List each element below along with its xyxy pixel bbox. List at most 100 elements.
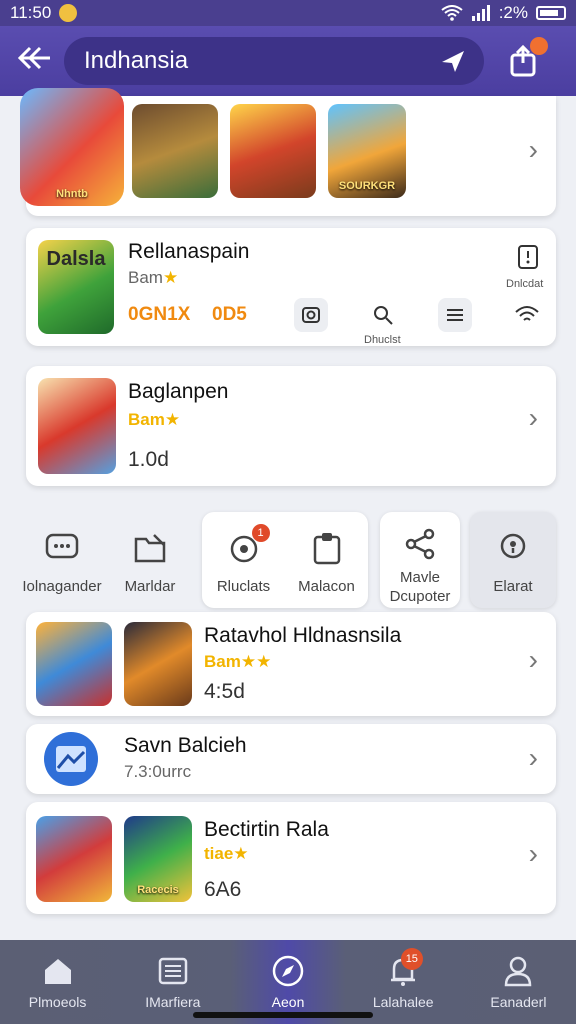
- app-card-4[interactable]: Savn Balcieh 7.3:0urrc ›: [26, 724, 556, 794]
- chat-icon: [42, 528, 82, 568]
- tile-label: Elarat: [493, 578, 533, 595]
- featured-caption-4: SOURKGR: [338, 180, 396, 192]
- featured-thumb-4[interactable]: SOURKGR: [328, 104, 406, 198]
- download-label: Dnlcdat: [506, 278, 544, 290]
- home-indicator[interactable]: [193, 1012, 373, 1018]
- rating-text: Bam: [204, 652, 241, 671]
- chevron-right-icon[interactable]: ›: [529, 134, 538, 166]
- magnifier-icon: [374, 306, 393, 325]
- nav-label: Aeon: [271, 994, 305, 1010]
- wifi-button[interactable]: [510, 298, 544, 332]
- app-stat-2: 0D5: [212, 304, 247, 325]
- app-rating: Bam★: [128, 410, 180, 430]
- status-bar: 11:50 :2%: [0, 0, 576, 26]
- app-thumb: [38, 378, 116, 474]
- tile-group: 1 Rluclats Malacon: [202, 512, 368, 608]
- user-icon: [501, 954, 535, 988]
- send-icon[interactable]: [436, 44, 470, 78]
- location-pin-icon: [493, 528, 533, 568]
- app-thumb: Dalsla: [38, 240, 114, 334]
- share-button[interactable]: [506, 37, 548, 79]
- tile-5[interactable]: Mavle Dcupoter: [380, 512, 460, 608]
- app-size: 6A6: [204, 878, 242, 901]
- app-card-5[interactable]: Racecis Bectirtin Rala tiae★ 6A6 ›: [26, 802, 556, 914]
- notification-dot-icon: [59, 4, 78, 22]
- tile-label: Malacon: [298, 578, 355, 595]
- image-icon: [56, 746, 86, 772]
- tile-6[interactable]: Elarat: [470, 512, 556, 608]
- rating-stars: ★: [164, 410, 181, 429]
- tile-1[interactable]: Iolnagander: [18, 512, 106, 608]
- nav-label: Eanaderl: [490, 994, 547, 1010]
- chevron-right-icon[interactable]: ›: [529, 742, 538, 774]
- app-size: 1.0d: [128, 448, 169, 471]
- nav-home[interactable]: Plmoeols: [0, 940, 115, 1024]
- app-title: Rellanaspain: [128, 240, 250, 263]
- tile-4[interactable]: Malacon: [285, 512, 368, 595]
- search-bar[interactable]: Indhansia: [64, 37, 484, 85]
- nav-label: Lalahalee: [372, 994, 434, 1010]
- app-stat-1: 0GN1X: [128, 304, 191, 325]
- nav-badge: 15: [400, 948, 423, 970]
- back-button[interactable]: [16, 44, 64, 79]
- search-app-button[interactable]: [366, 298, 400, 332]
- tile-3[interactable]: 1 Rluclats: [202, 512, 285, 595]
- app-rating: Bam★: [128, 268, 178, 288]
- app-subtitle: 7.3:0urrc: [124, 762, 192, 781]
- camera-icon: [302, 307, 320, 323]
- back-arrow-icon: [17, 46, 50, 69]
- tile-label: Mavle Dcupoter: [389, 569, 451, 605]
- featured-thumb-2[interactable]: [132, 104, 218, 198]
- rating-text: Bam: [128, 268, 163, 287]
- tile-badge: 1: [251, 524, 270, 542]
- app-thumb-2: Racecis: [124, 816, 192, 902]
- rating-text: Bam: [128, 410, 165, 429]
- list-icon: [447, 309, 463, 321]
- battery-icon: [536, 6, 566, 20]
- app-title: Bectirtin Rala: [204, 818, 329, 841]
- clipboard-icon: [307, 528, 347, 568]
- chevron-right-icon[interactable]: ›: [529, 838, 538, 870]
- app-icon: [44, 732, 98, 786]
- app-header: Indhansia: [0, 26, 576, 96]
- app-thumb-caption: Racecis: [137, 884, 179, 896]
- app-title: Baglanpen: [128, 380, 229, 403]
- tile-2[interactable]: Marldar: [112, 512, 188, 608]
- app-rating: tiae★: [204, 844, 249, 864]
- featured-caption-1: Nhntb: [56, 188, 88, 200]
- rating-stars: ★★: [240, 652, 272, 671]
- tile-group-row: 1 Rluclats Malacon: [202, 512, 368, 595]
- app-rating: Bam★★: [204, 652, 271, 672]
- rating-stars: ★: [162, 268, 179, 287]
- featured-row[interactable]: Nhntb SOURKGR ›: [20, 88, 556, 216]
- featured-thumb-3[interactable]: [230, 104, 316, 198]
- wifi-signal-icon: [515, 306, 539, 321]
- rating-text: tiae: [204, 844, 234, 863]
- alarm-clock-icon: 1: [224, 524, 270, 568]
- app-thumb-1: [36, 622, 112, 706]
- app-thumb-caption: Dalsla: [46, 248, 106, 270]
- app-title: Savn Balcieh: [124, 734, 247, 757]
- menu-button[interactable]: [438, 298, 472, 332]
- chevron-right-icon[interactable]: ›: [529, 402, 538, 434]
- download-icon: [518, 245, 538, 269]
- camera-button[interactable]: [294, 298, 328, 332]
- app-card-2[interactable]: Baglanpen Bam★ 1.0d ›: [26, 366, 556, 486]
- tile-label: Marldar: [124, 578, 176, 595]
- wifi-icon: [441, 5, 463, 21]
- download-button[interactable]: [516, 244, 540, 270]
- icon-label: Dhuclst: [364, 334, 401, 346]
- nav-profile[interactable]: Eanaderl: [461, 940, 576, 1024]
- status-time: 11:50: [10, 3, 52, 22]
- app-card-1[interactable]: Dalsla Rellanaspain Bam★ 0GN1X 0D5 Dhucl…: [26, 228, 556, 346]
- chevron-right-icon[interactable]: ›: [529, 644, 538, 676]
- featured-thumb-1[interactable]: Nhntb: [20, 88, 124, 206]
- rating-stars: ★: [233, 844, 249, 863]
- share-nodes-icon: [400, 524, 440, 564]
- news-icon: [156, 954, 190, 988]
- nav-label: Plmoeols: [28, 994, 87, 1010]
- compass-icon: [271, 954, 305, 988]
- app-card-3[interactable]: Ratavhol Hldnasnsila Bam★★ 4:5d ›: [26, 612, 556, 716]
- folder-edit-icon: [130, 528, 170, 568]
- search-query-text: Indhansia: [84, 47, 189, 74]
